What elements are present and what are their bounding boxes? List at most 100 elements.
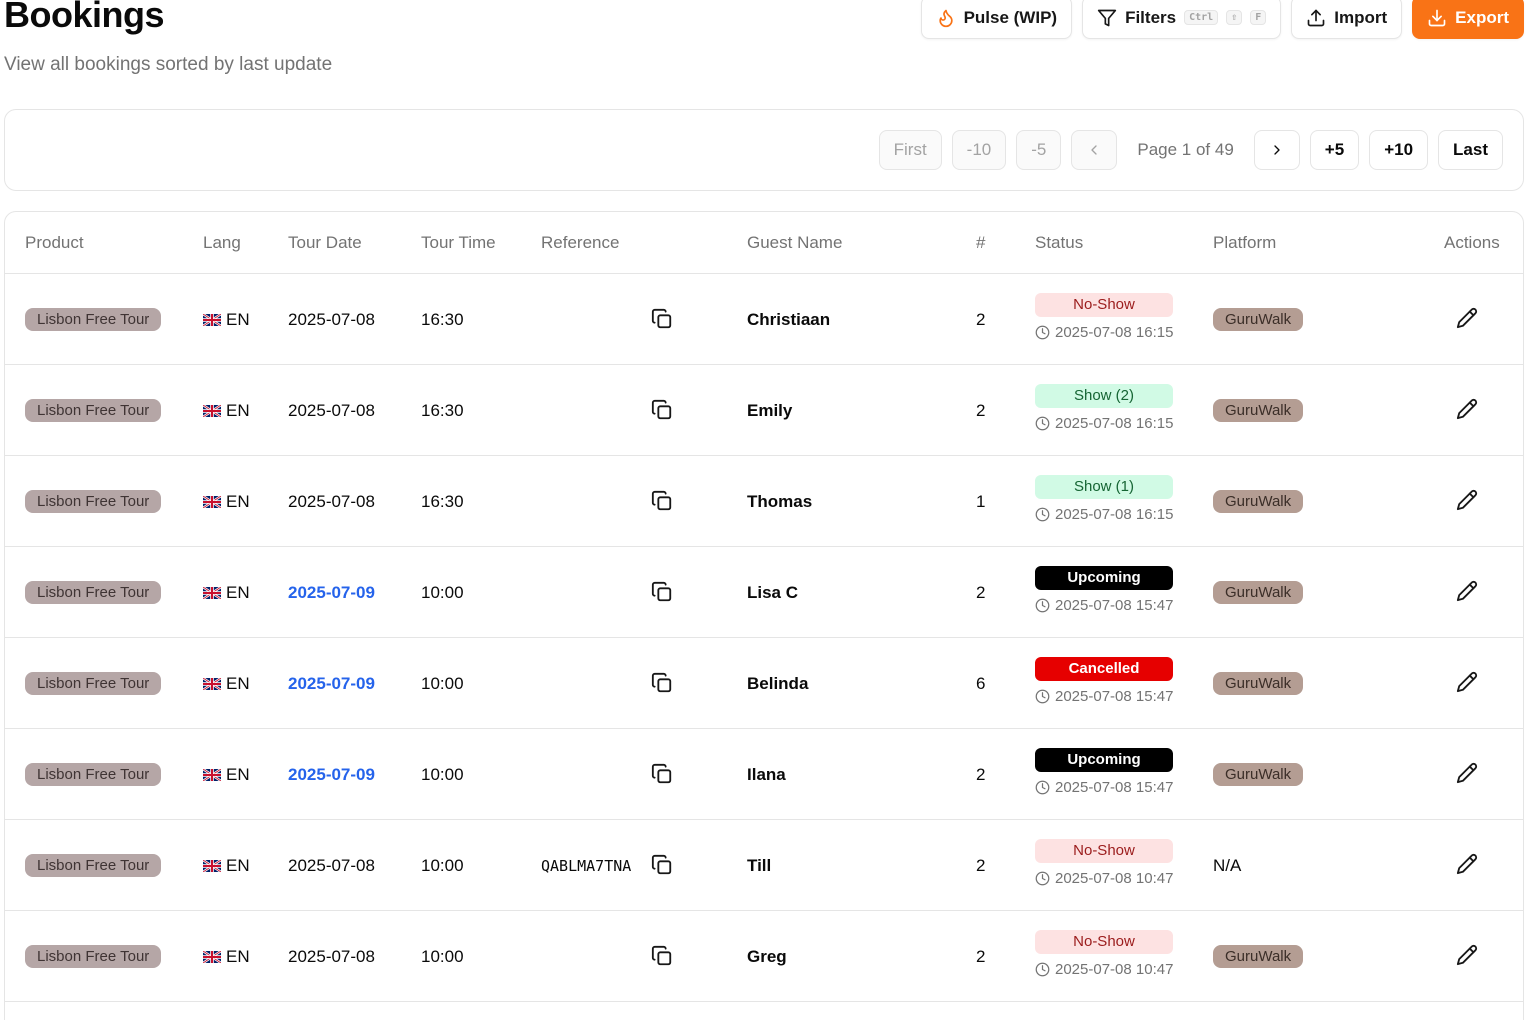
col-tour-date[interactable]: Tour Date	[288, 233, 362, 253]
clock-icon	[1035, 689, 1050, 704]
minus5-button[interactable]: -5	[1016, 130, 1062, 170]
guest-name: Thomas	[747, 491, 813, 511]
tour-date[interactable]: 2025-07-09	[288, 765, 375, 785]
import-label: Import	[1334, 7, 1388, 27]
table-row: Lisbon Free Tour EN 2025-07-09 10:00 Ila…	[5, 729, 1523, 820]
col-status[interactable]: Status	[1035, 233, 1083, 253]
edit-pencil-icon[interactable]	[1456, 762, 1478, 784]
upload-icon	[1307, 9, 1325, 26]
guest-count: 2	[976, 764, 986, 784]
uk-flag-icon	[203, 495, 221, 508]
tour-date: 2025-07-08	[288, 491, 375, 511]
toolbar: Pulse (WIP) Filters Ctrl ⇧ F Import Expo…	[920, 0, 1524, 39]
uk-flag-icon	[203, 950, 221, 963]
bookings-table: Product Lang Tour Date Tour Time Referen…	[4, 211, 1524, 1020]
copy-icon[interactable]	[651, 490, 673, 512]
edit-pencil-icon[interactable]	[1456, 944, 1478, 966]
col-count[interactable]: #	[976, 233, 985, 253]
copy-icon[interactable]	[651, 763, 673, 785]
tour-date: 2025-07-08	[288, 855, 375, 875]
status-badge: Upcoming	[1035, 566, 1173, 590]
uk-flag-icon	[203, 313, 221, 326]
edit-pencil-icon[interactable]	[1456, 307, 1478, 329]
tour-date[interactable]: 2025-07-09	[288, 583, 375, 603]
col-tour-time[interactable]: Tour Time	[421, 233, 496, 253]
edit-pencil-icon[interactable]	[1456, 398, 1478, 420]
uk-flag-icon	[203, 677, 221, 690]
status-cell: Show (1) 2025-07-08 16:15	[1035, 475, 1175, 523]
copy-icon[interactable]	[651, 308, 673, 330]
edit-pencil-icon[interactable]	[1456, 671, 1478, 693]
product-badge: Lisbon Free Tour	[25, 945, 162, 968]
clock-icon	[1035, 871, 1050, 886]
edit-pencil-icon[interactable]	[1456, 580, 1478, 602]
platform-badge: GuruWalk	[1213, 308, 1304, 331]
import-button[interactable]: Import	[1291, 0, 1403, 39]
lang-code: EN	[226, 309, 250, 329]
export-button[interactable]: Export	[1412, 0, 1524, 39]
platform-badge: GuruWalk	[1213, 490, 1304, 513]
flame-icon	[938, 9, 953, 27]
product-badge: Lisbon Free Tour	[25, 399, 162, 422]
status-updated-time: 2025-07-08 16:15	[1055, 324, 1174, 341]
tour-time: 10:00	[421, 764, 464, 784]
clock-icon	[1035, 780, 1050, 795]
tour-time: 16:30	[421, 491, 464, 511]
product-badge: Lisbon Free Tour	[25, 854, 162, 877]
tour-time: 10:00	[421, 673, 464, 693]
copy-icon[interactable]	[651, 945, 673, 967]
edit-pencil-icon[interactable]	[1456, 489, 1478, 511]
plus10-button[interactable]: +10	[1369, 130, 1429, 170]
copy-icon[interactable]	[651, 672, 673, 694]
edit-pencil-icon[interactable]	[1456, 853, 1478, 875]
chevron-right-icon	[1274, 145, 1280, 155]
col-lang[interactable]: Lang	[203, 233, 241, 253]
status-badge: Cancelled	[1035, 657, 1173, 681]
status-cell: Upcoming 2025-07-08 15:47	[1035, 748, 1175, 796]
plus5-button[interactable]: +5	[1309, 130, 1360, 170]
prev-page-button[interactable]	[1071, 130, 1118, 170]
status-badge: Upcoming	[1035, 748, 1173, 772]
tour-time: 10:00	[421, 582, 464, 602]
copy-icon[interactable]	[651, 854, 673, 876]
copy-icon[interactable]	[651, 399, 673, 421]
col-product[interactable]: Product	[25, 233, 84, 253]
clock-icon	[1035, 325, 1050, 340]
uk-flag-icon	[203, 404, 221, 417]
minus10-button[interactable]: -10	[951, 130, 1007, 170]
status-updated-time: 2025-07-08 16:15	[1055, 506, 1174, 523]
tour-time: 16:30	[421, 309, 464, 329]
filters-button[interactable]: Filters Ctrl ⇧ F	[1082, 0, 1282, 39]
status-cell: Upcoming 2025-07-08 15:47	[1035, 566, 1175, 614]
lang-code: EN	[226, 946, 250, 966]
first-page-button[interactable]: First	[878, 130, 942, 170]
download-icon	[1428, 9, 1446, 26]
tour-time: 10:00	[421, 946, 464, 966]
product-badge: Lisbon Free Tour	[25, 672, 162, 695]
col-reference[interactable]: Reference	[541, 233, 619, 253]
col-guest-name[interactable]: Guest Name	[747, 233, 842, 253]
filter-icon	[1097, 9, 1117, 26]
platform-badge: GuruWalk	[1213, 672, 1304, 695]
kbd-ctrl: Ctrl	[1184, 10, 1219, 25]
status-badge: No-Show	[1035, 930, 1173, 954]
status-badge: No-Show	[1035, 839, 1173, 863]
table-row: Lisbon Free Tour EN 2025-07-08 10:00 QAB…	[5, 820, 1523, 911]
next-page-button[interactable]	[1253, 130, 1300, 170]
pulse-button[interactable]: Pulse (WIP)	[920, 0, 1073, 39]
copy-icon[interactable]	[651, 581, 673, 603]
last-page-button[interactable]: Last	[1438, 130, 1503, 170]
product-badge: Lisbon Free Tour	[25, 308, 162, 331]
tour-date[interactable]: 2025-07-09	[288, 674, 375, 694]
status-cell: Cancelled 2025-07-08 15:47	[1035, 657, 1175, 705]
status-updated-time: 2025-07-08 15:47	[1055, 688, 1174, 705]
lang-code: EN	[226, 673, 250, 693]
guest-count: 2	[976, 946, 986, 966]
col-platform[interactable]: Platform	[1213, 233, 1276, 253]
lang-code: EN	[226, 855, 250, 875]
status-cell: Show (2) 2025-07-08 16:15	[1035, 384, 1175, 432]
guest-name: Greg	[747, 946, 787, 966]
status-badge: Show (2)	[1035, 384, 1173, 408]
chevron-left-icon	[1091, 145, 1098, 155]
status-updated-time: 2025-07-08 15:47	[1055, 779, 1174, 796]
